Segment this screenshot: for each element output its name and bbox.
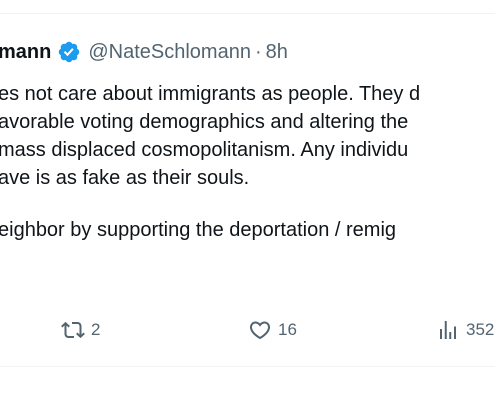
verified-icon[interactable] bbox=[57, 40, 81, 64]
tweet-actions: 2 16 352 bbox=[0, 313, 495, 347]
retweet-count: 2 bbox=[91, 320, 101, 339]
tweet-text-line: avorable voting demographics and alterin… bbox=[0, 111, 409, 133]
tweet-text-line: eighbor by supporting the deportation / … bbox=[0, 219, 397, 241]
views-icon bbox=[440, 321, 456, 339]
like-icon bbox=[249, 321, 271, 340]
like-count: 16 bbox=[278, 320, 297, 339]
user-handle[interactable]: @NateSchlomann bbox=[88, 41, 251, 64]
tweet-text: es not care about immigrants as people. … bbox=[0, 80, 420, 244]
retweet-icon bbox=[61, 321, 85, 339]
bottom-divider bbox=[0, 366, 495, 367]
header-separator: · bbox=[254, 40, 262, 63]
retweet-button[interactable]: 2 bbox=[61, 313, 100, 347]
display-name[interactable]: mann bbox=[0, 41, 51, 64]
tweet-text-line: mass displaced cosmopolitanism. Any indi… bbox=[0, 139, 409, 161]
views-count: 352 bbox=[466, 320, 495, 339]
views-button[interactable]: 352 bbox=[436, 313, 494, 347]
tweet-text-line: es not care about immigrants as people. … bbox=[0, 83, 421, 105]
like-button[interactable]: 16 bbox=[248, 313, 297, 347]
tweet-text-line: ave is as fake as their souls. bbox=[0, 167, 250, 189]
top-divider bbox=[0, 13, 495, 14]
tweet-header: mann @NateSchlomann · 8h bbox=[0, 38, 288, 66]
timestamp[interactable]: 8h bbox=[266, 41, 288, 64]
